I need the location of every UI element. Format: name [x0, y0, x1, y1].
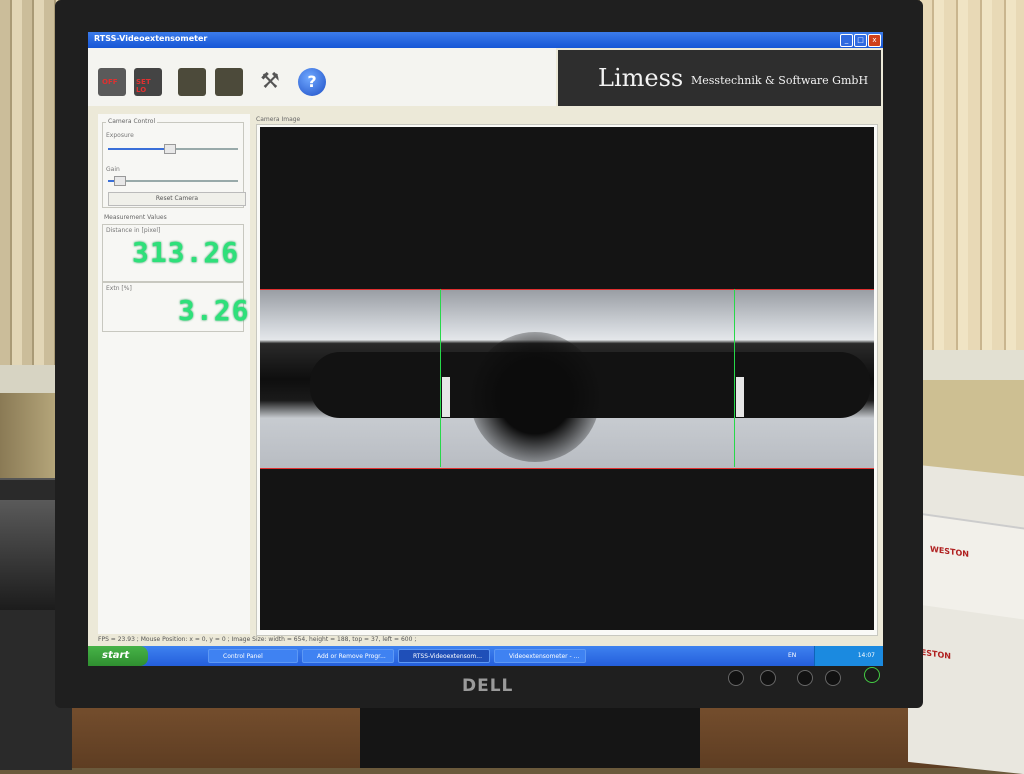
task-rtss[interactable]: RTSS-Videoextensom...: [398, 649, 490, 663]
camera-image-title: Camera Image: [256, 116, 301, 123]
monitor-input-button[interactable]: [728, 670, 744, 686]
off-label: OFF: [102, 78, 118, 86]
brand-subtitle: Messtechnik & Software GmbH: [691, 74, 869, 87]
reset-camera-button[interactable]: Reset Camera: [108, 192, 246, 206]
task-videoextensometer[interactable]: Videoextensometer - ...: [494, 649, 586, 663]
gain-slider-thumb[interactable]: [114, 176, 126, 186]
monitor-minus-button[interactable]: [797, 670, 813, 686]
status-bar: FPS = 23.93 ; Mouse Position: x = 0, y =…: [98, 636, 417, 643]
task-add-remove[interactable]: Add or Remove Progr...: [302, 649, 394, 663]
camera-control-title: Camera Control: [106, 118, 158, 125]
strain-value: 3.26: [178, 294, 250, 327]
window-blind-left: [0, 0, 58, 370]
system-tray: 14:07: [814, 646, 883, 666]
window-title: RTSS-Videoextensometer: [94, 34, 208, 43]
monitor-power-button[interactable]: [864, 667, 880, 683]
window-titlebar: RTSS-Videoextensometer _ □ x: [88, 32, 883, 48]
clock: 14:07: [857, 652, 875, 659]
minimize-button[interactable]: _: [840, 34, 853, 47]
shadow: [470, 332, 600, 462]
language-indicator[interactable]: EN: [788, 652, 796, 659]
monitor-stand: [360, 700, 700, 768]
limess-banner: Limess Messtechnik & Software GmbH: [558, 50, 881, 106]
marker-right: [736, 377, 744, 417]
paper-stack: [908, 463, 1024, 774]
gauge-line-right[interactable]: [734, 289, 735, 467]
camera-image[interactable]: [260, 127, 874, 630]
camera-folder-icon[interactable]: [215, 68, 243, 96]
distance-label: Distance in [pixel]: [106, 227, 161, 234]
monitor-plus-button[interactable]: [825, 670, 841, 686]
exposure-slider-thumb[interactable]: [164, 144, 176, 154]
set-lo-button[interactable]: SET LO: [134, 68, 162, 96]
paper-box: [918, 512, 1024, 620]
tools-icon[interactable]: ⚒: [256, 68, 284, 96]
exposure-slider-fill: [108, 148, 168, 150]
taskbar: start Control Panel Add or Remove Progr.…: [88, 646, 883, 666]
off-button[interactable]: OFF: [98, 68, 126, 96]
marker-left: [442, 377, 450, 417]
gain-label: Gain: [106, 166, 120, 173]
close-button[interactable]: x: [868, 34, 881, 47]
start-button[interactable]: start: [88, 646, 148, 666]
task-control-panel[interactable]: Control Panel: [208, 649, 298, 663]
strain-label: Extn [%]: [106, 285, 132, 292]
set-lo-label: SET LO: [136, 78, 151, 94]
window-sill-right: [915, 350, 1024, 380]
window-blind-right: [920, 0, 1024, 350]
gain-slider[interactable]: [108, 180, 238, 182]
help-icon[interactable]: ?: [298, 68, 326, 96]
gauge-line-left[interactable]: [440, 289, 441, 467]
brand-name: Limess: [598, 64, 684, 92]
exposure-label: Exposure: [106, 132, 134, 139]
screen: RTSS-Videoextensometer _ □ x OFF SET LO …: [88, 32, 883, 666]
monitor-brand-logo: DELL: [462, 676, 514, 696]
maximize-button[interactable]: □: [854, 34, 867, 47]
measurement-title: Measurement Values: [102, 214, 169, 221]
monitor-menu-button[interactable]: [760, 670, 776, 686]
toolbar: OFF SET LO ⚒ ?: [88, 48, 556, 106]
open-folder-icon[interactable]: [178, 68, 206, 96]
left-panel: Camera Control Exposure Gain Reset Camer…: [98, 114, 250, 634]
distance-value: 313.26: [132, 236, 240, 269]
